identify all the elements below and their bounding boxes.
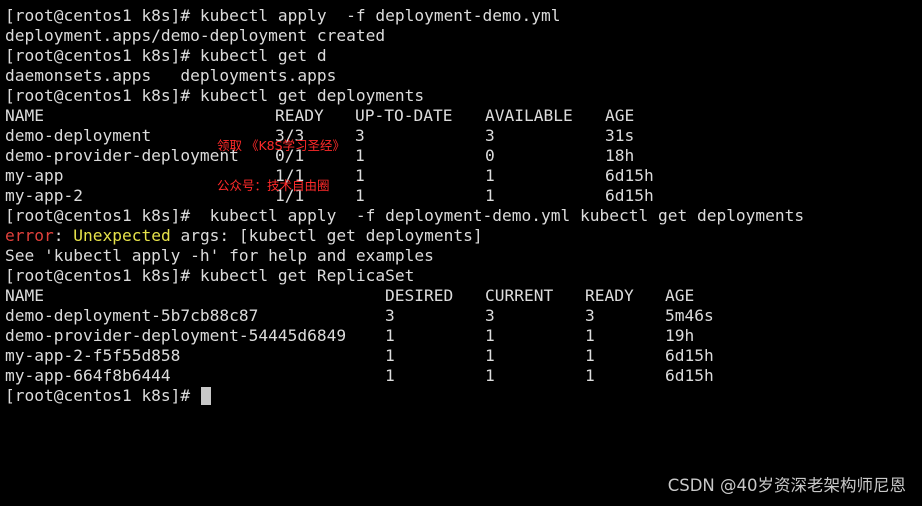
promo-overlay-account: 公众号：技术自由圈 <box>217 178 330 193</box>
table-cell: 1 <box>485 166 495 185</box>
table-cell: 3 <box>585 306 595 325</box>
table-row: demo-provider-deployment 0/1 1 0 18h <box>5 146 922 166</box>
table-header-cell: NAME <box>5 286 44 305</box>
table-cell: 3 <box>485 306 495 325</box>
shell-prompt: [root@centos1 k8s]# <box>5 86 200 105</box>
table-header-cell: UP-TO-DATE <box>355 106 453 125</box>
command-text: kubectl get deployments <box>199 86 425 105</box>
table-cell: 31s <box>605 126 635 145</box>
table-cell: 1 <box>485 346 495 365</box>
terminal-line: [root@centos1 k8s]# kubectl get d <box>5 46 922 66</box>
table-header-cell: NAME <box>5 106 44 125</box>
error-line: error: Unexpected args: [kubectl get dep… <box>5 226 922 246</box>
table-header-cell: CURRENT <box>485 286 554 305</box>
table-cell: 1 <box>385 366 395 385</box>
output-line: daemonsets.apps deployments.apps <box>5 66 337 85</box>
terminal-line: [root@centos1 k8s]# kubectl apply -f dep… <box>5 6 922 26</box>
table-cell: 6d15h <box>605 166 654 185</box>
table-cell: 1 <box>355 186 365 205</box>
table-cell: 1 <box>385 326 395 345</box>
output-line: deployment.apps/demo-deployment created <box>5 26 386 45</box>
table-cell: 3 <box>355 126 365 145</box>
shell-prompt: [root@centos1 k8s]# <box>5 6 200 25</box>
table-header-cell: AVAILABLE <box>485 106 573 125</box>
table-cell: 1 <box>485 326 495 345</box>
table-header-cell: READY <box>585 286 634 305</box>
table-row: demo-provider-deployment-54445d6849 1 1 1 19… <box>5 326 922 346</box>
output-line: See 'kubectl apply -h' for help and exam… <box>5 246 434 265</box>
table-row: demo-deployment-5b7cb88c87 3 3 3 5m46s <box>5 306 922 326</box>
text-cursor[interactable] <box>200 387 211 405</box>
shell-prompt: [root@centos1 k8s]# <box>5 46 200 65</box>
table-cell: 1 <box>385 346 395 365</box>
table-row: demo-deployment 3/3 3 3 31s <box>5 126 922 146</box>
table-row: my-app-664f8b6444 1 1 1 6d15h <box>5 366 922 386</box>
table-cell: 1 <box>485 366 495 385</box>
table-cell: 6d15h <box>605 186 654 205</box>
table-header-cell: AGE <box>665 286 695 305</box>
table-cell: 18h <box>605 146 635 165</box>
table-cell: my-app-2-f5f55d858 <box>5 346 181 365</box>
table-cell: 1 <box>585 346 595 365</box>
table-cell: 1 <box>585 326 595 345</box>
table-header-cell: DESIRED <box>385 286 454 305</box>
table-row: my-app-2-f5f55d858 1 1 1 6d15h <box>5 346 922 366</box>
table-cell: my-app-664f8b6444 <box>5 366 171 385</box>
table-cell: demo-provider-deployment-54445d6849 <box>5 326 347 345</box>
command-text: kubectl get ReplicaSet <box>199 266 415 285</box>
terminal-line: [root@centos1 k8s]# kubectl get ReplicaS… <box>5 266 922 286</box>
shell-prompt: [root@centos1 k8s]# <box>5 206 200 225</box>
table-header-cell: AGE <box>605 106 635 125</box>
table-cell: 6d15h <box>665 366 714 385</box>
table-cell: 3 <box>385 306 395 325</box>
table-cell: 0 <box>485 146 495 165</box>
table-header-cell: READY <box>275 106 324 125</box>
rs-table-header: NAME DESIRED CURRENT READY AGE <box>5 286 922 306</box>
error-message: args: [kubectl get deployments] <box>170 226 483 245</box>
error-label: error <box>5 226 54 245</box>
table-cell: 3 <box>485 126 495 145</box>
table-cell: 1 <box>485 186 495 205</box>
table-cell: 1 <box>355 146 365 165</box>
terminal-line: [root@centos1 k8s]# kubectl get deployme… <box>5 86 922 106</box>
error-colon: : <box>53 226 74 245</box>
promo-overlay-title: 领取 《K8S学习圣经》 <box>217 138 346 153</box>
command-text: kubectl apply -f deployment-demo.yml <box>199 6 561 25</box>
command-text: kubectl get d <box>199 46 327 65</box>
terminal-line: [root@centos1 k8s]# kubectl apply -f dep… <box>5 206 922 226</box>
table-cell: demo-deployment-5b7cb88c87 <box>5 306 259 325</box>
table-cell: 6d15h <box>665 346 714 365</box>
deploy-table-header: NAME READY UP-TO-DATE AVAILABLE AGE <box>5 106 922 126</box>
shell-prompt: [root@centos1 k8s]# <box>5 266 200 285</box>
error-keyword: Unexpected <box>73 226 171 245</box>
table-cell: 5m46s <box>665 306 714 325</box>
csdn-watermark: CSDN @40岁资深老架构师尼恩 <box>667 476 906 495</box>
table-row: my-app 1/1 1 1 6d15h <box>5 166 922 186</box>
command-text: kubectl apply -f deployment-demo.yml kub… <box>199 206 805 225</box>
terminal-line[interactable]: [root@centos1 k8s]# <box>5 386 922 406</box>
shell-prompt: [root@centos1 k8s]# <box>5 386 200 405</box>
terminal-window[interactable]: [root@centos1 k8s]# kubectl apply -f dep… <box>0 0 922 506</box>
table-cell: 19h <box>665 326 695 345</box>
table-cell: 1 <box>355 166 365 185</box>
table-row: my-app-2 1/1 1 1 6d15h <box>5 186 922 206</box>
table-cell: 1 <box>585 366 595 385</box>
